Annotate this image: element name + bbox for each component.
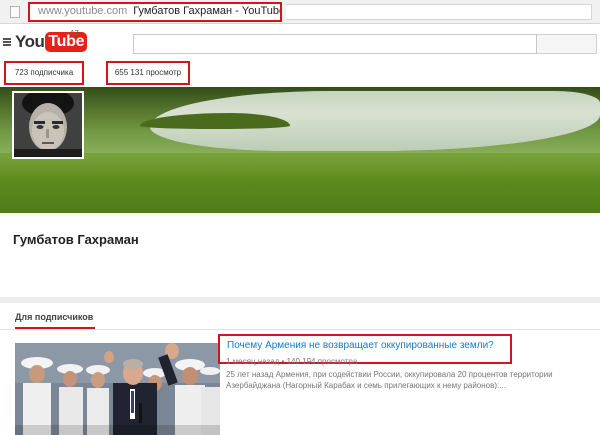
logo-tube-text: Tube	[45, 32, 88, 52]
url-host: www.youtube.com	[38, 5, 128, 17]
video-thumbnail-image	[15, 343, 220, 435]
channel-header	[0, 213, 600, 297]
search-icon	[537, 35, 597, 53]
tab-divider	[0, 329, 600, 330]
search-button[interactable]	[537, 34, 597, 54]
logo-you-text: You	[15, 32, 45, 51]
channel-name[interactable]: Гумбатов Гахраман	[13, 232, 139, 247]
page-icon	[10, 6, 20, 18]
page-title: Гумбатов Гахраман - YouTube	[133, 5, 282, 17]
channel-avatar[interactable]	[12, 91, 84, 159]
video-meta: 1 месяц назад • 140 194 просмотра	[226, 357, 358, 366]
address-field-extension[interactable]	[286, 4, 592, 20]
channel-banner	[0, 87, 600, 213]
banner-meadow	[0, 153, 600, 213]
subscriber-count: 723 подписчика	[4, 61, 84, 85]
avatar-portrait	[14, 93, 82, 157]
region-code: AZ	[70, 30, 79, 37]
channel-stats-row: 723 подписчика 655 131 просмотр	[0, 60, 600, 87]
search-input[interactable]	[133, 34, 537, 54]
address-field[interactable]: www.youtube.com Гумбатов Гахраман - YouTu…	[28, 2, 282, 22]
video-thumbnail[interactable]	[15, 343, 220, 435]
tab-for-subscribers[interactable]: Для подписчиков	[15, 312, 93, 322]
video-description: 25 лет назад Армения, при содействии Рос…	[226, 370, 553, 390]
hamburger-menu-icon[interactable]	[3, 38, 11, 46]
view-count: 655 131 просмотр	[106, 61, 190, 85]
youtube-header: You Tube AZ	[0, 24, 600, 60]
browser-address-bar: www.youtube.com Гумбатов Гахраман - YouTu…	[0, 0, 600, 24]
